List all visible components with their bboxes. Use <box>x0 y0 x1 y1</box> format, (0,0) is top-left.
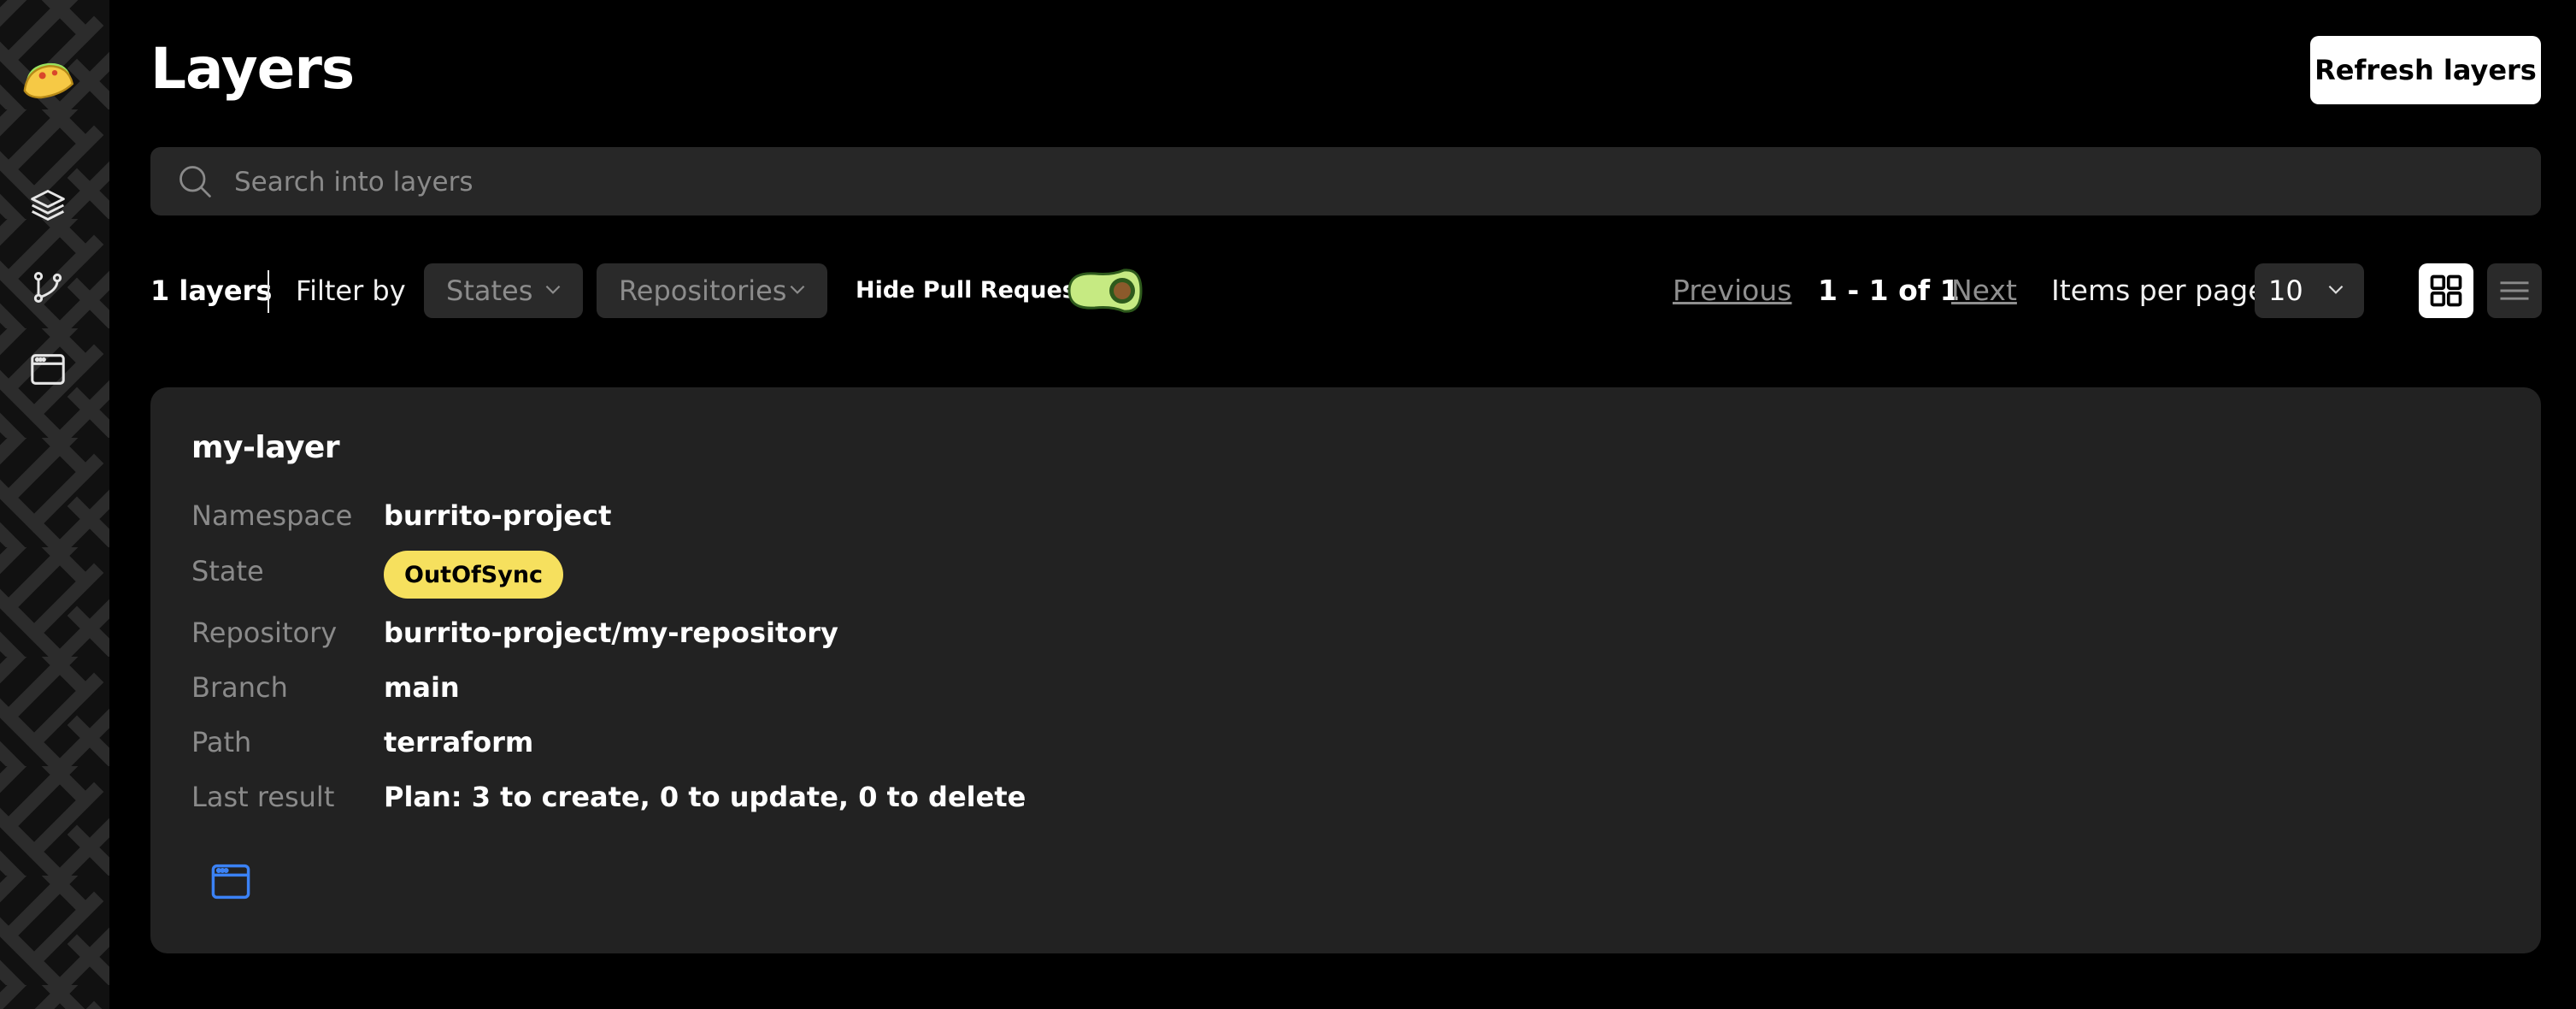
branch-value: main <box>384 671 460 704</box>
search-input[interactable] <box>232 147 2501 217</box>
list-icon <box>2500 281 2529 300</box>
browser-window-icon[interactable] <box>21 342 75 397</box>
taco-logo-icon[interactable] <box>21 53 75 108</box>
path-label: Path <box>191 726 252 758</box>
namespace-value: burrito-project <box>384 499 612 532</box>
repository-value: burrito-project/my-repository <box>384 617 838 649</box>
filter-by-label: Filter by <box>296 274 406 307</box>
refresh-layers-button[interactable]: Refresh layers <box>2310 36 2541 104</box>
repositories-filter-select[interactable]: Repositories <box>597 263 827 318</box>
state-badge: OutOfSync <box>384 551 564 599</box>
repository-label: Repository <box>191 617 338 649</box>
layer-name: my-layer <box>191 430 340 465</box>
state-label: State <box>191 555 264 587</box>
namespace-label: Namespace <box>191 499 353 532</box>
chevron-down-icon <box>542 274 564 307</box>
avocado-toggle-icon <box>1067 268 1143 313</box>
sidebar-pattern <box>0 0 109 1009</box>
browser-window-icon <box>211 864 250 900</box>
page-title: Layers <box>150 36 355 102</box>
path-value: terraform <box>384 726 534 758</box>
grid-icon <box>2430 274 2462 307</box>
layer-logs-button[interactable] <box>202 853 260 911</box>
items-per-page-select[interactable]: 10 <box>2255 263 2364 318</box>
states-filter-select[interactable]: States <box>424 263 583 318</box>
previous-page-link[interactable]: Previous <box>1673 263 1791 318</box>
search-icon <box>176 162 214 204</box>
last-result-value: Plan: 3 to create, 0 to update, 0 to del… <box>384 781 1026 813</box>
chevron-down-icon <box>786 274 809 307</box>
branch-label: Branch <box>191 671 288 704</box>
next-page-link[interactable]: Next <box>1951 263 2017 318</box>
sidebar <box>0 0 109 1009</box>
git-branch-icon[interactable] <box>21 260 75 315</box>
layer-count: 1 layers <box>150 274 273 307</box>
toolbar-divider <box>268 270 269 313</box>
grid-view-button[interactable] <box>2419 263 2473 318</box>
items-per-page-value: 10 <box>2268 274 2303 307</box>
search-bar[interactable] <box>150 147 2541 217</box>
items-per-page-label: Items per page: <box>2051 274 2275 307</box>
repositories-select-label: Repositories <box>619 274 787 307</box>
layer-card[interactable]: my-layer Namespace burrito-project State… <box>150 387 2541 953</box>
last-result-label: Last result <box>191 781 335 813</box>
chevron-down-icon <box>2325 274 2347 307</box>
hide-pull-requests-toggle[interactable] <box>1061 265 1144 320</box>
pagination-range: 1 - 1 of 1 <box>1818 274 1960 307</box>
states-select-label: States <box>446 274 533 307</box>
list-view-button[interactable] <box>2487 263 2542 318</box>
layers-icon[interactable] <box>21 178 75 233</box>
